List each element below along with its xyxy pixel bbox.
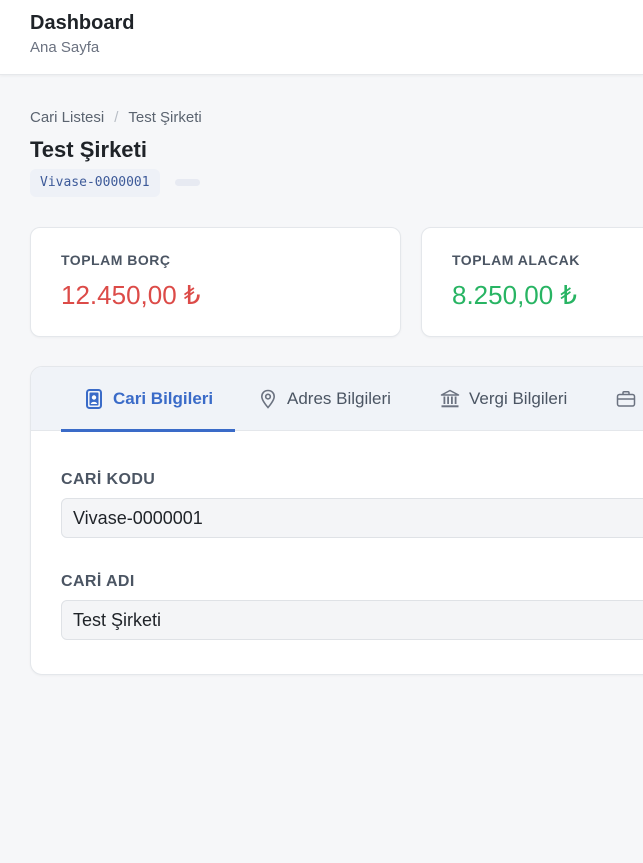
header-subtitle: Ana Sayfa (30, 39, 100, 56)
page-title: Test Şirketi (30, 137, 147, 162)
total-credit-value: 8.250,00 ₺ (452, 280, 577, 310)
briefcase-icon (615, 388, 637, 410)
total-debt-value: 12.450,00 ₺ (61, 280, 201, 310)
tab-label: Cari Bilgileri (113, 389, 214, 408)
tab-vergi-bilgileri[interactable]: Vergi Bilgileri (439, 367, 567, 431)
tab-bar: Cari Bilgileri Adres Bilgileri Vergi Bil… (31, 367, 643, 432)
bank-icon (439, 388, 461, 410)
map-pin-icon (257, 388, 279, 410)
breadcrumb: Cari Listesi / Test Şirketi (30, 109, 202, 126)
status-badge (175, 179, 200, 186)
cari-code-badge: Vivase-0000001 (30, 169, 160, 197)
top-header: Dashboard Ana Sayfa (0, 0, 643, 75)
tab-adres-bilgileri[interactable]: Adres Bilgileri (257, 367, 391, 431)
cari-adi-label: CARİ ADI (61, 573, 135, 590)
tab-cari-bilgileri[interactable]: Cari Bilgileri (61, 367, 236, 432)
breadcrumb-item-cari-listesi[interactable]: Cari Listesi (30, 109, 104, 126)
cari-kodu-field[interactable] (61, 498, 643, 538)
id-badge-icon (83, 388, 105, 410)
tab-label: Vergi Bilgileri (469, 389, 568, 408)
total-credit-card: TOPLAM ALACAK 8.250,00 ₺ (421, 227, 643, 337)
total-debt-label: TOPLAM BORÇ (61, 252, 171, 268)
cari-adi-field[interactable] (61, 600, 643, 640)
header-title: Dashboard (30, 12, 135, 34)
tab-briefcase[interactable] (615, 367, 643, 431)
breadcrumb-item-current: Test Şirketi (128, 109, 202, 126)
total-credit-label: TOPLAM ALACAK (452, 252, 580, 268)
total-debt-card: TOPLAM BORÇ 12.450,00 ₺ (30, 227, 401, 337)
tab-label: Adres Bilgileri (287, 389, 391, 408)
breadcrumb-separator: / (114, 109, 119, 126)
cari-kodu-label: CARİ KODU (61, 471, 156, 488)
cari-details-card: Cari Bilgileri Adres Bilgileri Vergi Bil… (30, 366, 643, 675)
